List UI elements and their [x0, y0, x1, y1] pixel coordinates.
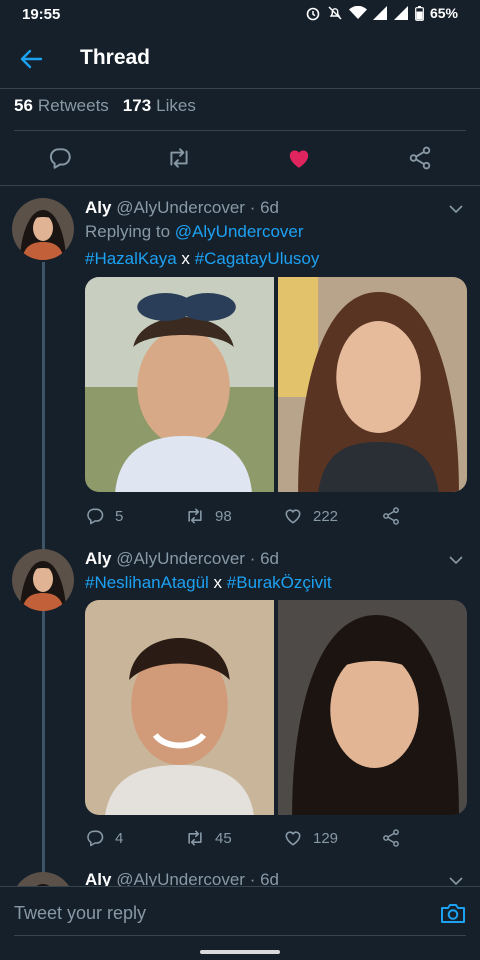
retweets-stat[interactable]: 56 Retweets [14, 96, 109, 116]
separator-text: x [213, 573, 223, 592]
reply-underline [14, 935, 466, 936]
back-arrow-icon[interactable] [16, 44, 46, 74]
tweet-header: Aly @AlyUndercover · 6d [85, 870, 279, 886]
media-grid [85, 277, 467, 492]
photo-thumbnail[interactable] [278, 600, 467, 815]
reply-count: 5 [115, 507, 124, 525]
home-gesture-pill[interactable] [200, 950, 280, 954]
avatar[interactable] [12, 549, 74, 611]
retweet-icon [188, 508, 202, 524]
hashtag-link[interactable]: #BurakÖzçivit [227, 573, 332, 592]
main-action-bar [0, 131, 480, 185]
share-icon [383, 829, 399, 847]
mention-link[interactable]: @AlyUndercover [175, 222, 304, 241]
retweet-icon[interactable] [166, 145, 192, 171]
hashtag-link[interactable]: #CagatayUlusoy [195, 249, 320, 268]
tweet-item[interactable]: Aly @AlyUndercover · 6d Replying to @Aly… [0, 196, 480, 536]
reply-count: 4 [115, 829, 124, 847]
avatar[interactable] [12, 198, 74, 260]
retweets-count: 56 [14, 96, 33, 115]
media-grid [85, 600, 467, 815]
tweet-item[interactable]: Aly @AlyUndercover · 6d #NeslihanAtagül … [0, 547, 480, 867]
retweet-action[interactable]: 45 [185, 828, 232, 848]
retweet-action[interactable]: 98 [185, 506, 232, 526]
hashtag-link[interactable]: #HazalKaya [85, 249, 177, 268]
replying-line: Replying to @AlyUndercover [85, 222, 304, 242]
mute-icon [328, 6, 342, 20]
avatar[interactable] [12, 872, 74, 886]
share-action[interactable] [381, 506, 401, 526]
display-name[interactable]: Aly [85, 198, 111, 217]
page-title: Thread [80, 46, 151, 69]
like-count: 129 [313, 829, 339, 847]
status-time: 19:55 [22, 6, 61, 23]
signal-2-icon [393, 6, 408, 20]
tweet-header: Aly @AlyUndercover · 6d [85, 198, 279, 218]
user-handle[interactable]: @AlyUndercover [116, 870, 245, 886]
heart-icon[interactable] [286, 145, 312, 171]
like-count: 222 [313, 507, 339, 525]
hashtag-link[interactable]: #NeslihanAtagül [85, 573, 209, 592]
system-nav-bar [0, 938, 480, 960]
tweet-text: #NeslihanAtagül x #BurakÖzçivit [85, 573, 332, 593]
tweet-header: Aly @AlyUndercover · 6d [85, 549, 279, 569]
wifi-icon [348, 6, 367, 19]
top-bar: Thread [0, 30, 480, 89]
tweet-time: · 6d [249, 870, 279, 886]
photo-thumbnail[interactable] [278, 277, 467, 492]
camera-icon[interactable] [440, 901, 466, 925]
share-icon [383, 507, 399, 525]
signal-icon [372, 6, 387, 20]
tweet-text: #HazalKaya x #CagatayUlusoy [85, 249, 319, 269]
share-icon[interactable] [407, 145, 433, 171]
likes-stat[interactable]: 173 Likes [123, 96, 196, 116]
display-name[interactable]: Aly [85, 549, 111, 568]
battery-icon [415, 5, 424, 21]
retweets-label: Retweets [37, 96, 109, 115]
engagement-counts: 56 Retweets 173 Likes [14, 96, 196, 116]
reply-composer: Tweet your reply [0, 886, 480, 939]
separator-text: x [181, 249, 190, 268]
tweet-item[interactable]: Aly @AlyUndercover · 6d [0, 870, 480, 886]
reply-input[interactable]: Tweet your reply [14, 903, 146, 924]
tweet-time: · 6d [249, 549, 279, 568]
reply-action[interactable]: 5 [85, 506, 123, 526]
status-bar: 19:55 65% [0, 0, 480, 30]
photo-thumbnail[interactable] [85, 600, 274, 815]
divider [0, 185, 480, 186]
heart-outline-icon [285, 831, 301, 846]
chevron-down-icon[interactable] [448, 201, 464, 217]
retweet-count: 45 [215, 829, 232, 847]
tweet-actions: 4 45 129 [85, 828, 415, 852]
heart-outline-icon [285, 509, 301, 524]
retweet-count: 98 [215, 507, 232, 525]
likes-label: Likes [156, 96, 196, 115]
share-action[interactable] [381, 828, 401, 848]
reply-icon [87, 508, 104, 525]
reply-action[interactable]: 4 [85, 828, 123, 848]
like-action[interactable]: 222 [283, 506, 338, 526]
chevron-down-icon[interactable] [448, 552, 464, 568]
replying-label: Replying to [85, 222, 171, 241]
chevron-down-icon[interactable] [448, 873, 464, 886]
photo-thumbnail[interactable] [85, 277, 274, 492]
user-handle[interactable]: @AlyUndercover [116, 198, 245, 217]
reply-icon [87, 830, 104, 847]
tweet-time: · 6d [249, 198, 279, 217]
retweet-icon [188, 830, 202, 846]
alarm-icon [306, 7, 320, 21]
user-handle[interactable]: @AlyUndercover [116, 549, 245, 568]
battery-percent: 65% [429, 5, 458, 21]
display-name[interactable]: Aly [85, 870, 111, 886]
status-icons: 65% [305, 5, 458, 21]
tweet-actions: 5 98 222 [85, 506, 415, 530]
like-action[interactable]: 129 [283, 828, 338, 848]
likes-count: 173 [122, 96, 152, 115]
reply-icon[interactable] [47, 145, 73, 171]
